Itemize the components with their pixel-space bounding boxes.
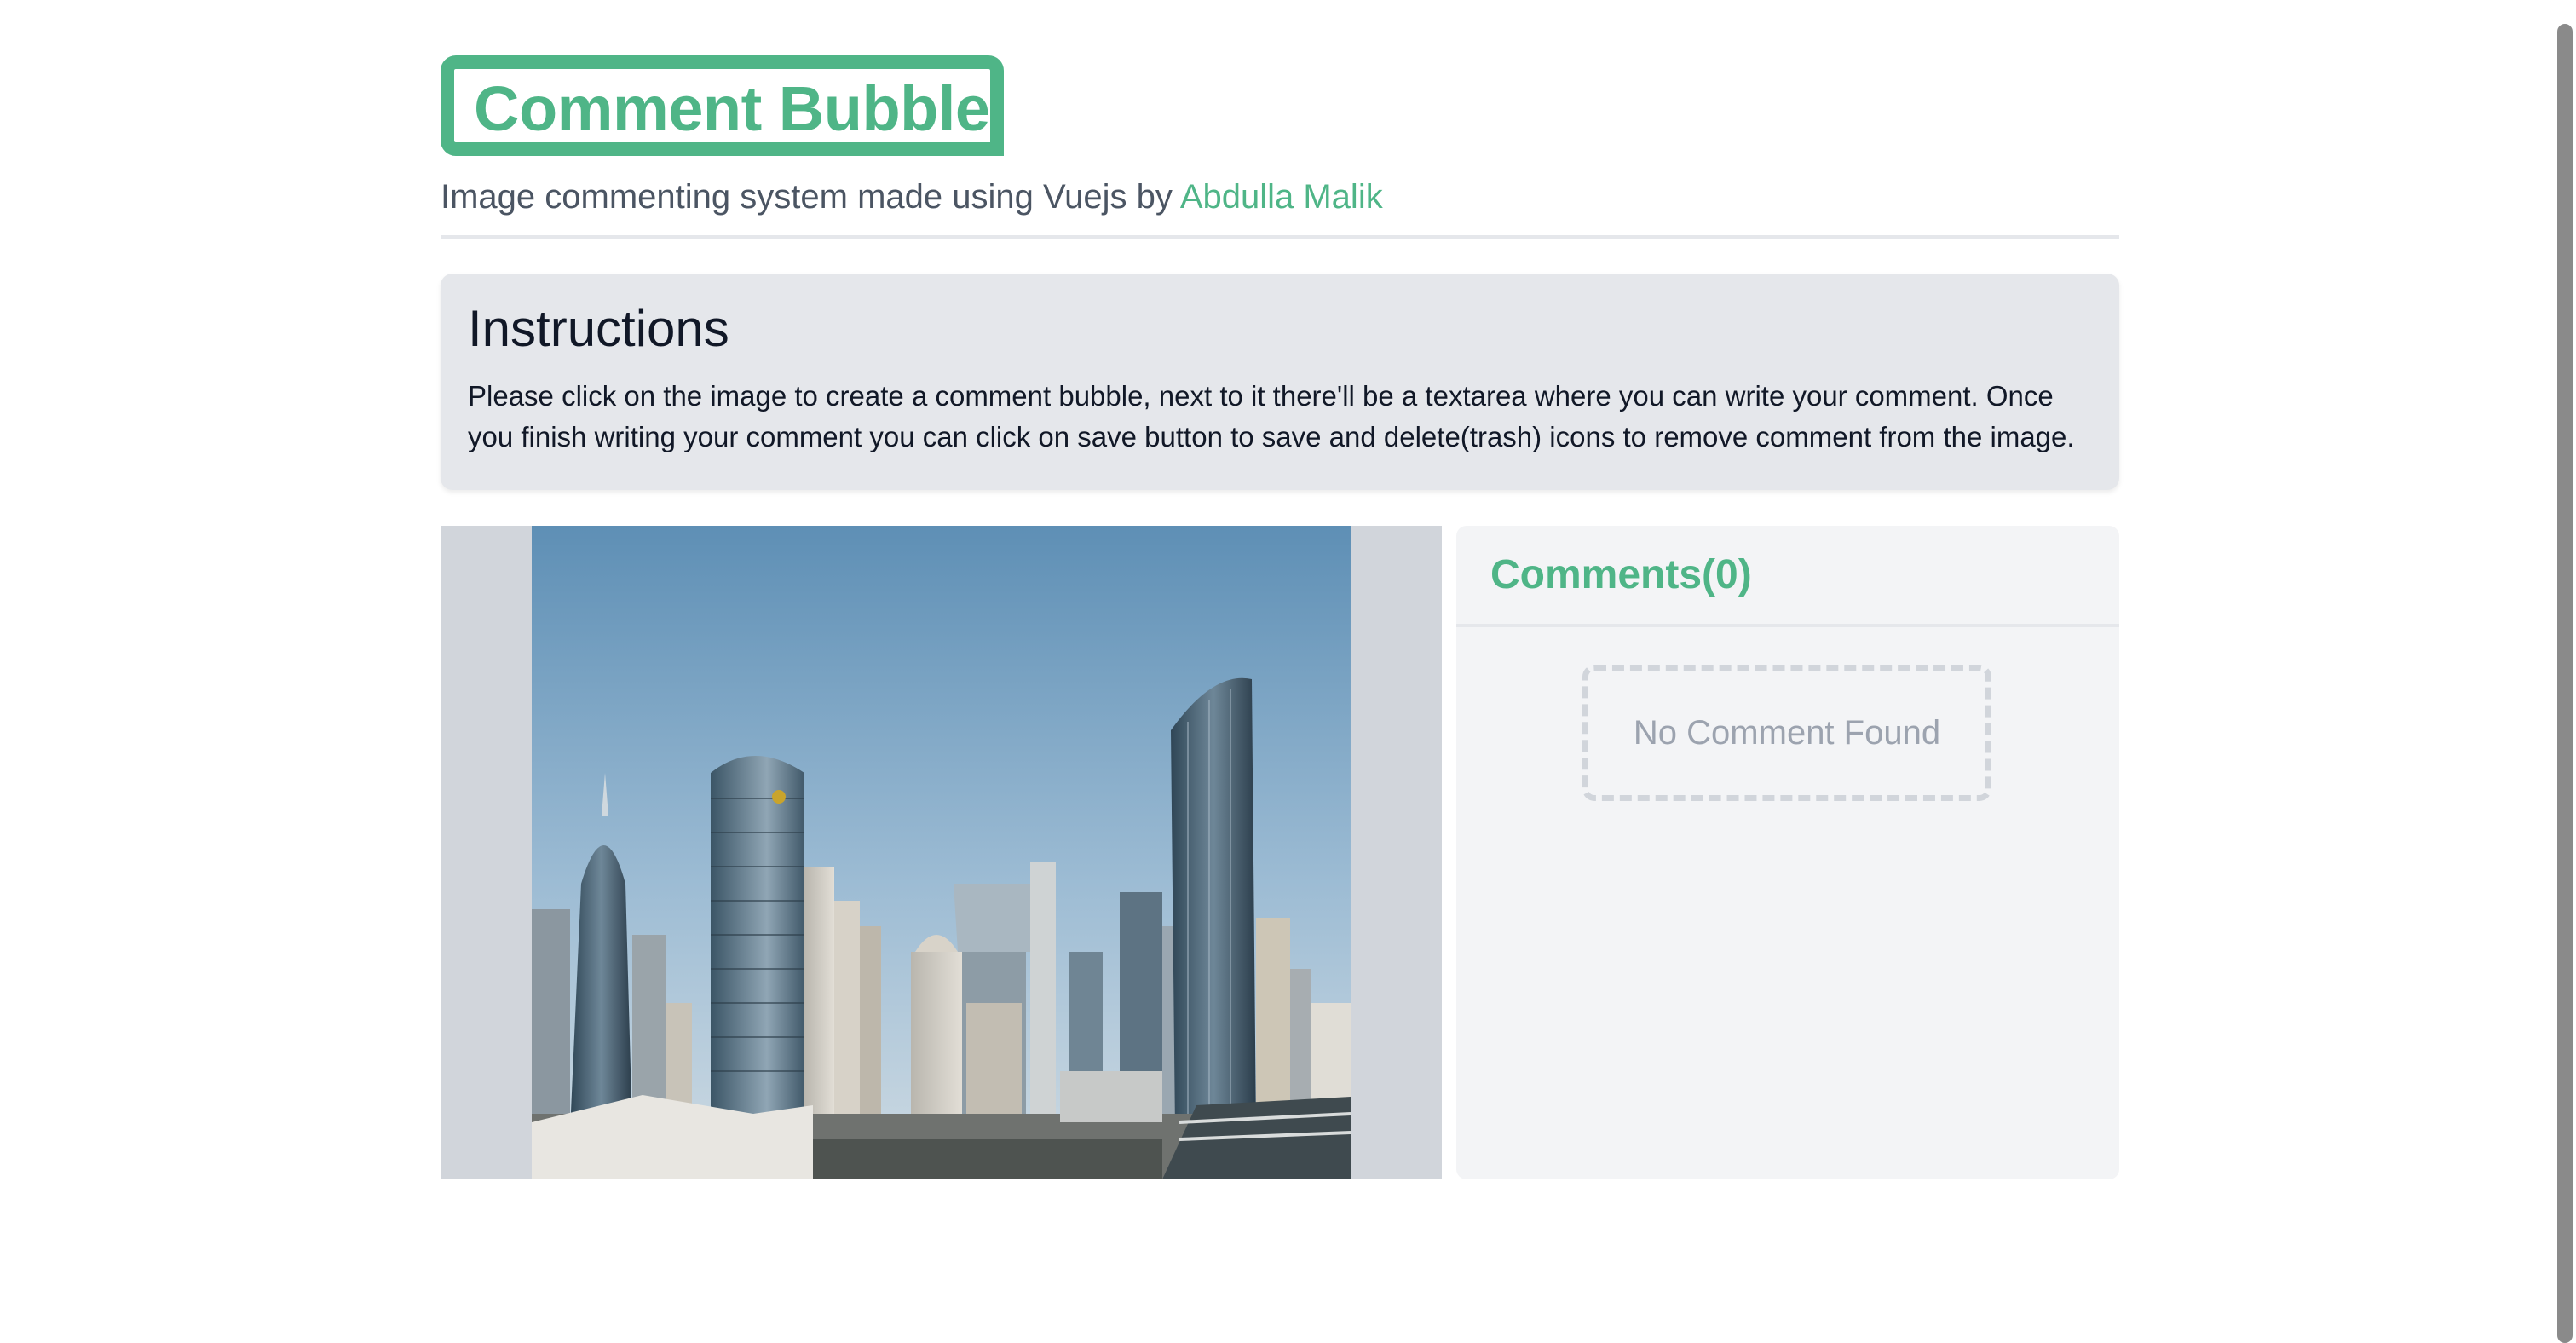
commentable-image[interactable]	[532, 526, 1351, 1179]
comments-panel: Comments(0) No Comment Found	[1456, 526, 2119, 1179]
instructions-title: Instructions	[468, 300, 729, 357]
subtitle: Image commenting system made using Vuejs…	[441, 178, 1383, 216]
author-link[interactable]: Abdulla Malik	[1180, 178, 1383, 216]
page-scrollbar[interactable]	[2552, 0, 2576, 1343]
comments-title: Comments(0)	[1490, 552, 1752, 597]
image-panel	[441, 526, 1442, 1179]
empty-comments-placeholder: No Comment Found	[1582, 665, 1991, 801]
header-divider	[441, 235, 2119, 239]
comments-header: Comments(0)	[1456, 526, 2119, 627]
logo-text: Comment Bubble	[474, 73, 990, 144]
instructions-card: Instructions Please click on the image t…	[441, 274, 2119, 490]
logo: Comment Bubble	[441, 55, 1004, 156]
empty-comments-text: No Comment Found	[1633, 713, 1941, 752]
city-skyline-image	[532, 526, 1351, 1179]
scrollbar-thumb[interactable]	[2557, 24, 2573, 1343]
page: Comment Bubble Image commenting system m…	[0, 0, 2576, 1343]
instructions-text: Please click on the image to create a co…	[468, 380, 2075, 452]
subtitle-text: Image commenting system made using Vuejs…	[441, 178, 1173, 216]
